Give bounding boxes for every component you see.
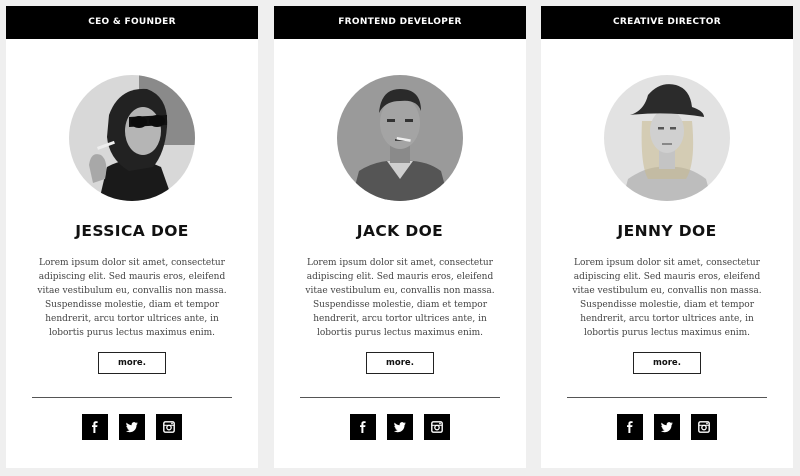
divider xyxy=(32,397,232,398)
social-links xyxy=(274,414,526,440)
card-role-header: FRONTEND DEVELOPER xyxy=(274,6,526,39)
member-bio: Lorem ipsum dolor sit amet, consectetur … xyxy=(572,258,762,338)
social-links xyxy=(6,414,258,440)
instagram-icon[interactable] xyxy=(156,414,182,440)
member-bio: Lorem ipsum dolor sit amet, consectetur … xyxy=(37,258,227,338)
more-button[interactable]: more. xyxy=(633,352,701,374)
member-bio: Lorem ipsum dolor sit amet, consectetur … xyxy=(305,258,495,338)
instagram-icon[interactable] xyxy=(691,414,717,440)
divider xyxy=(567,397,767,398)
divider xyxy=(300,397,500,398)
facebook-icon[interactable] xyxy=(82,414,108,440)
card-role-header: CEO & FOUNDER xyxy=(6,6,258,39)
avatar xyxy=(69,75,195,201)
avatar xyxy=(337,75,463,201)
team-card-jessica: CEO & FOUNDER JESSICA DOE Lorem ipsum do… xyxy=(6,6,258,468)
card-role-header: CREATIVE DIRECTOR xyxy=(541,6,793,39)
member-name: JESSICA DOE xyxy=(75,222,189,240)
instagram-icon[interactable] xyxy=(424,414,450,440)
twitter-icon[interactable] xyxy=(119,414,145,440)
twitter-icon[interactable] xyxy=(387,414,413,440)
member-name: JACK DOE xyxy=(356,222,444,240)
twitter-icon[interactable] xyxy=(654,414,680,440)
member-name: JENNY DOE xyxy=(617,222,717,240)
more-button[interactable]: more. xyxy=(366,352,434,374)
avatar xyxy=(604,75,730,201)
facebook-icon[interactable] xyxy=(350,414,376,440)
team-card-jenny: CREATIVE DIRECTOR JENNY DOE Lorem ipsum … xyxy=(541,6,793,468)
social-links xyxy=(541,414,793,440)
facebook-icon[interactable] xyxy=(617,414,643,440)
more-button[interactable]: more. xyxy=(98,352,166,374)
team-card-jack: FRONTEND DEVELOPER JACK DOE Lorem ipsum … xyxy=(274,6,526,468)
